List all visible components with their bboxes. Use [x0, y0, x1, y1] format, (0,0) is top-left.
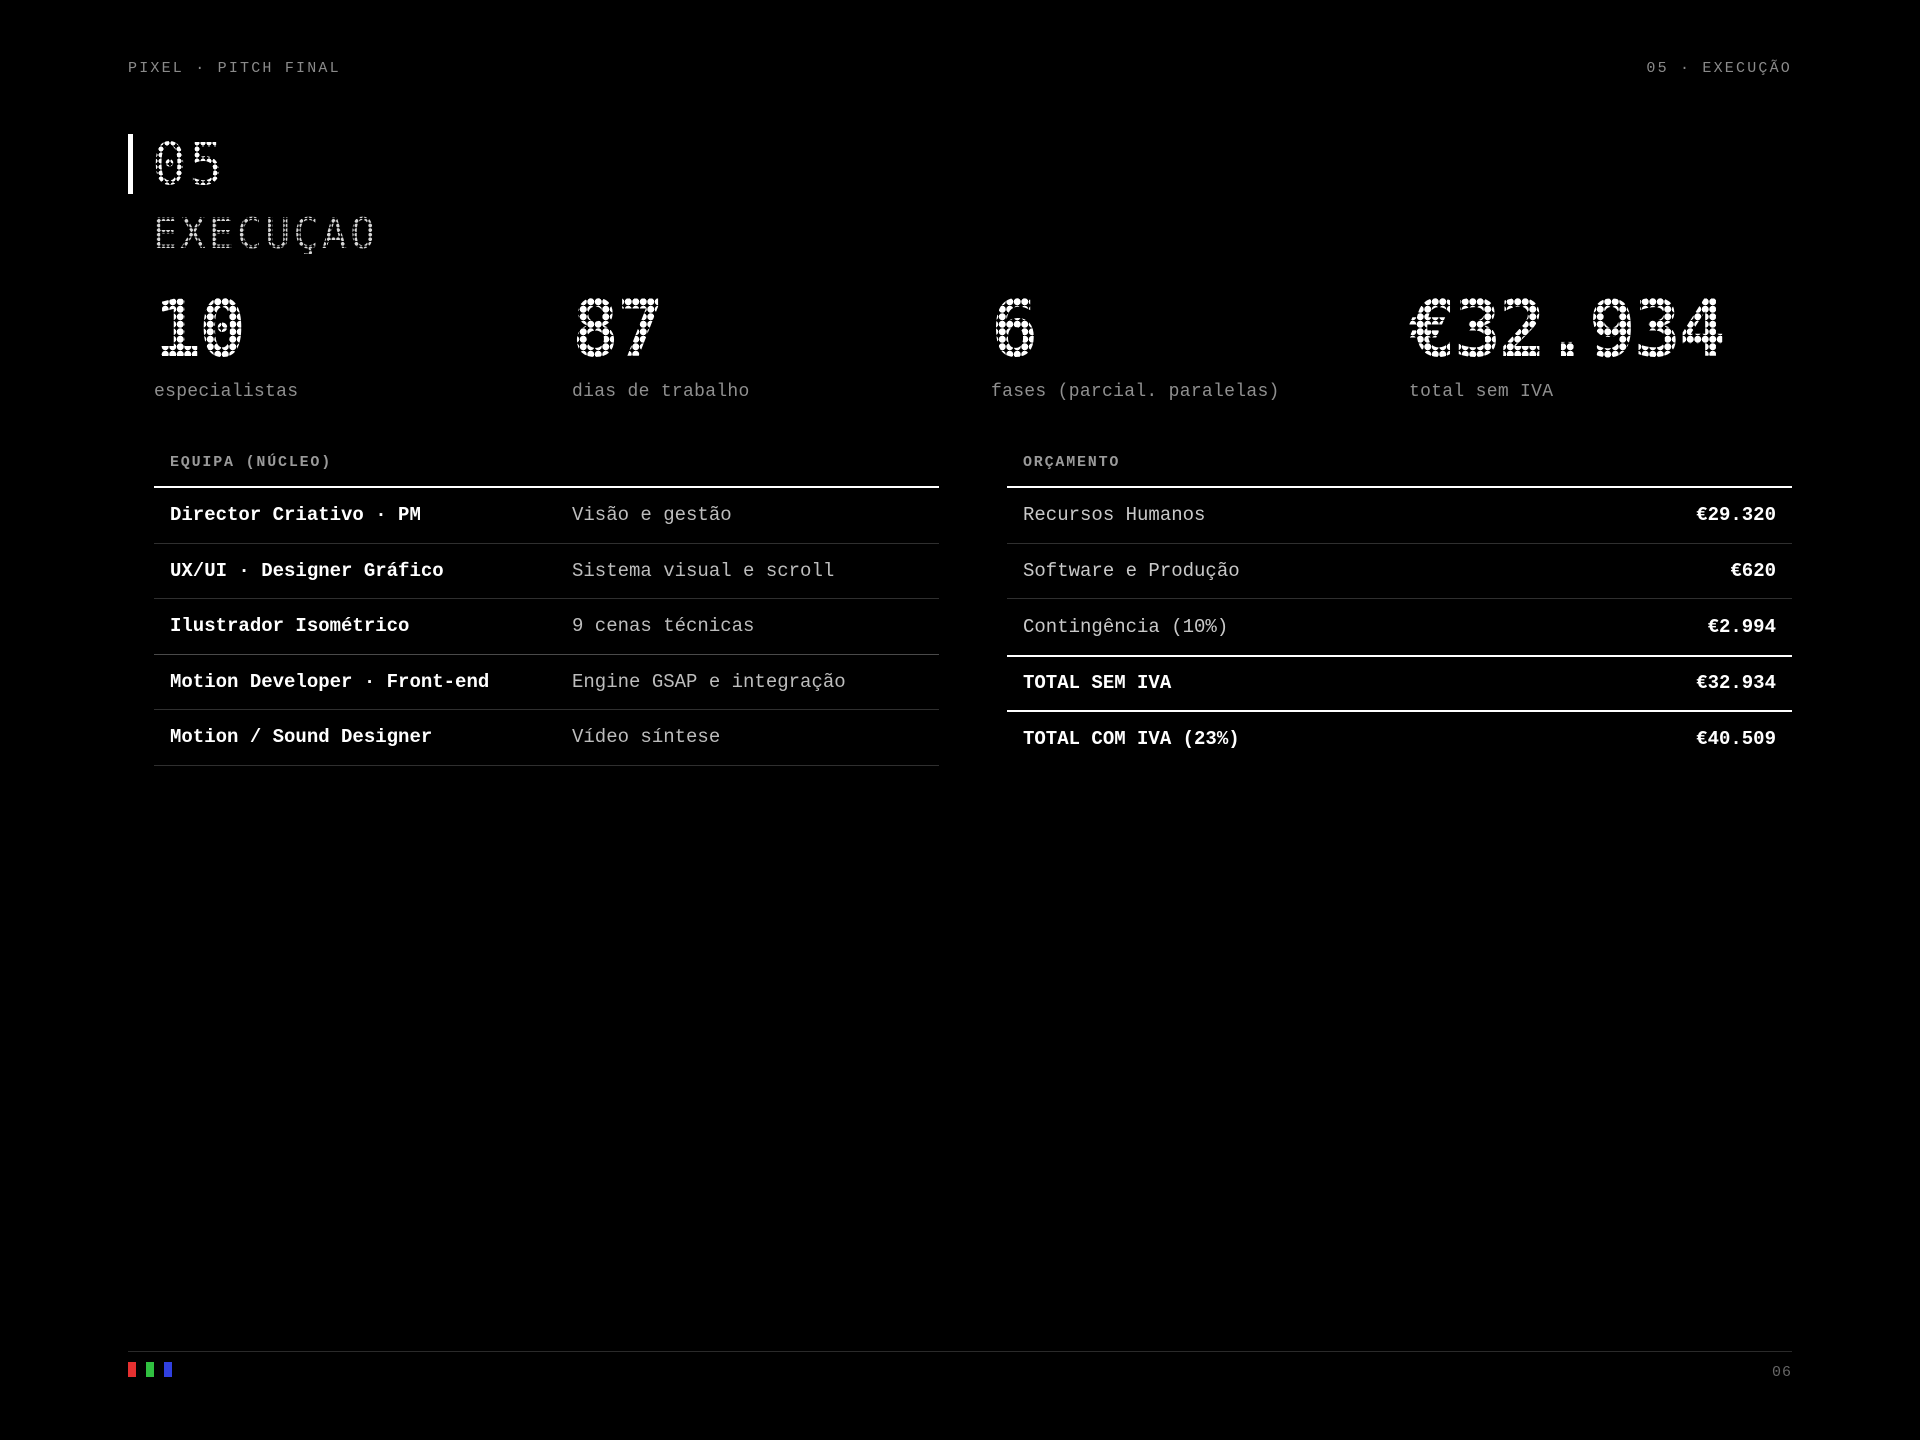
stat-total: €32.934 total sem IVA: [1409, 285, 1726, 402]
stat-value: 6: [991, 291, 1280, 369]
budget-item: Contingência (10%): [1023, 615, 1229, 638]
team-description: 9 cenas técnicas: [572, 615, 755, 638]
deck-title: PIXEL · PITCH FINAL: [128, 60, 341, 77]
stat-value: 87: [572, 291, 750, 369]
table-row: UX/UI · Designer Gráfico Sistema visual …: [154, 544, 939, 599]
stat-label: total sem IVA: [1409, 382, 1554, 402]
team-table-heading: EQUIPA (NÚCLEO): [154, 450, 939, 488]
blue-swatch: [164, 1362, 172, 1377]
stat-work-days: 87 dias de trabalho: [572, 291, 750, 402]
stats-row: 10 especialistas 87 dias de trabalho 6 f…: [154, 285, 1792, 408]
team-description: Vídeo síntese: [572, 726, 721, 749]
total-without-vat-row: TOTAL SEM IVA €32.934: [1007, 654, 1792, 711]
budget-table-heading: ORÇAMENTO: [1007, 450, 1792, 488]
stat-value: 10: [154, 291, 298, 369]
red-swatch: [128, 1362, 136, 1377]
rgb-swatches: [128, 1362, 172, 1377]
budget-amount: €32.934: [1696, 672, 1776, 695]
team-description: Engine GSAP e integração: [572, 670, 846, 693]
table-row: Director Criativo · PM Visão e gestão: [154, 488, 939, 544]
budget-item: TOTAL COM IVA (23%): [1023, 727, 1240, 750]
table-row: Motion / Sound Designer Vídeo síntese: [154, 710, 939, 766]
team-description: Sistema visual e scroll: [572, 559, 835, 582]
team-role: Motion Developer · Front-end: [170, 670, 490, 693]
budget-amount: €2.994: [1707, 615, 1776, 638]
team-role: Ilustrador Isométrico: [170, 615, 410, 638]
team-role: Director Criativo · PM: [170, 504, 421, 527]
table-row: Contingência (10%) €2.994: [1007, 599, 1792, 655]
stat-label: dias de trabalho: [572, 382, 750, 402]
table-row: Recursos Humanos €29.320: [1007, 488, 1792, 544]
budget-amount: €40.509: [1696, 727, 1776, 750]
stat-label: especialistas: [154, 382, 299, 402]
stat-label: fases (parcial. paralelas): [991, 382, 1280, 402]
stat-phases: 6 fases (parcial. paralelas): [991, 291, 1280, 402]
stat-value: €32.934: [1409, 285, 1726, 375]
section-accent-bar: [128, 134, 133, 194]
budget-item: Software e Produção: [1023, 559, 1240, 582]
budget-item: Recursos Humanos: [1023, 504, 1206, 527]
green-swatch: [146, 1362, 154, 1377]
team-description: Visão e gestão: [572, 504, 732, 527]
footer-divider: [128, 1351, 1792, 1352]
team-table: EQUIPA (NÚCLEO) Director Criativo · PM V…: [154, 450, 939, 766]
budget-table: ORÇAMENTO Recursos Humanos €29.320 Softw…: [1007, 450, 1792, 766]
budget-amount: €620: [1730, 559, 1776, 582]
stat-specialists: 10 especialistas: [154, 291, 299, 402]
table-row: Software e Produção €620: [1007, 544, 1792, 599]
section-number: 05: [152, 130, 226, 198]
total-with-vat-row: TOTAL COM IVA (23%) €40.509: [1007, 710, 1792, 766]
budget-amount: €29.320: [1696, 504, 1776, 527]
budget-item: TOTAL SEM IVA: [1023, 672, 1172, 695]
table-row: Motion Developer · Front-end Engine GSAP…: [154, 655, 939, 710]
team-role: Motion / Sound Designer: [170, 726, 433, 749]
section-title: EXECUÇÃO: [152, 209, 379, 258]
section-indicator: 05 · EXECUÇÃO: [1646, 60, 1792, 77]
table-row: Ilustrador Isométrico 9 cenas técnicas: [154, 599, 939, 655]
team-role: UX/UI · Designer Gráfico: [170, 559, 444, 582]
page-number: 06: [1771, 1364, 1792, 1381]
